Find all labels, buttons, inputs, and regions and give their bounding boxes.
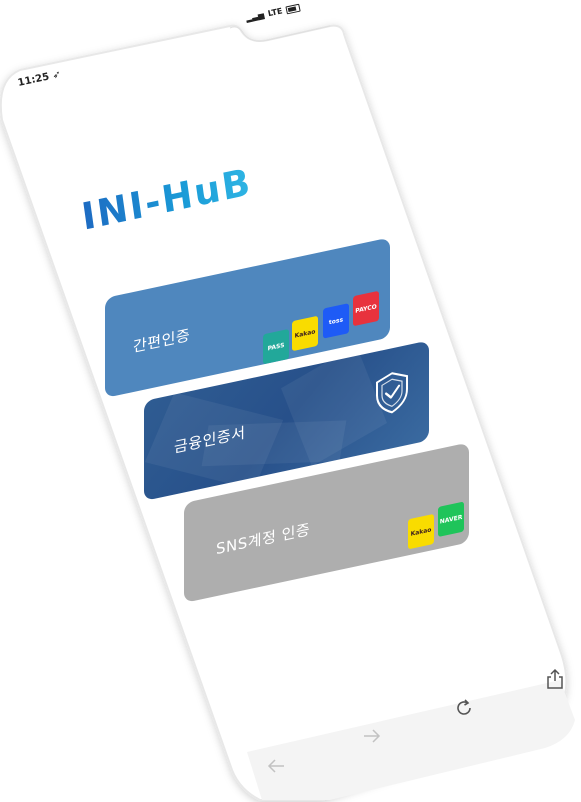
arrow-left-icon[interactable] xyxy=(266,758,286,774)
arrow-right-icon[interactable] xyxy=(362,728,382,744)
toss-badge: toss xyxy=(323,303,349,339)
reload-icon[interactable] xyxy=(454,698,474,718)
sns-kakao-badge: Kakao xyxy=(408,513,434,550)
sns-auth-label: SNS계정 인증 xyxy=(216,520,311,559)
naver-badge: NAVER xyxy=(438,501,464,538)
share-icon[interactable] xyxy=(546,668,564,690)
pass-badge: PASS xyxy=(263,328,289,365)
phone-mockup: 11:25 ➶ ▂▃▅ LTE INI-HuB 간편인증 PASS Kakao … xyxy=(0,0,581,802)
simple-auth-label: 간편인증 xyxy=(133,325,191,357)
payco-badge: PAYCO xyxy=(353,290,379,327)
shield-check-icon xyxy=(376,372,408,414)
kakao-badge: Kakao xyxy=(292,315,318,352)
